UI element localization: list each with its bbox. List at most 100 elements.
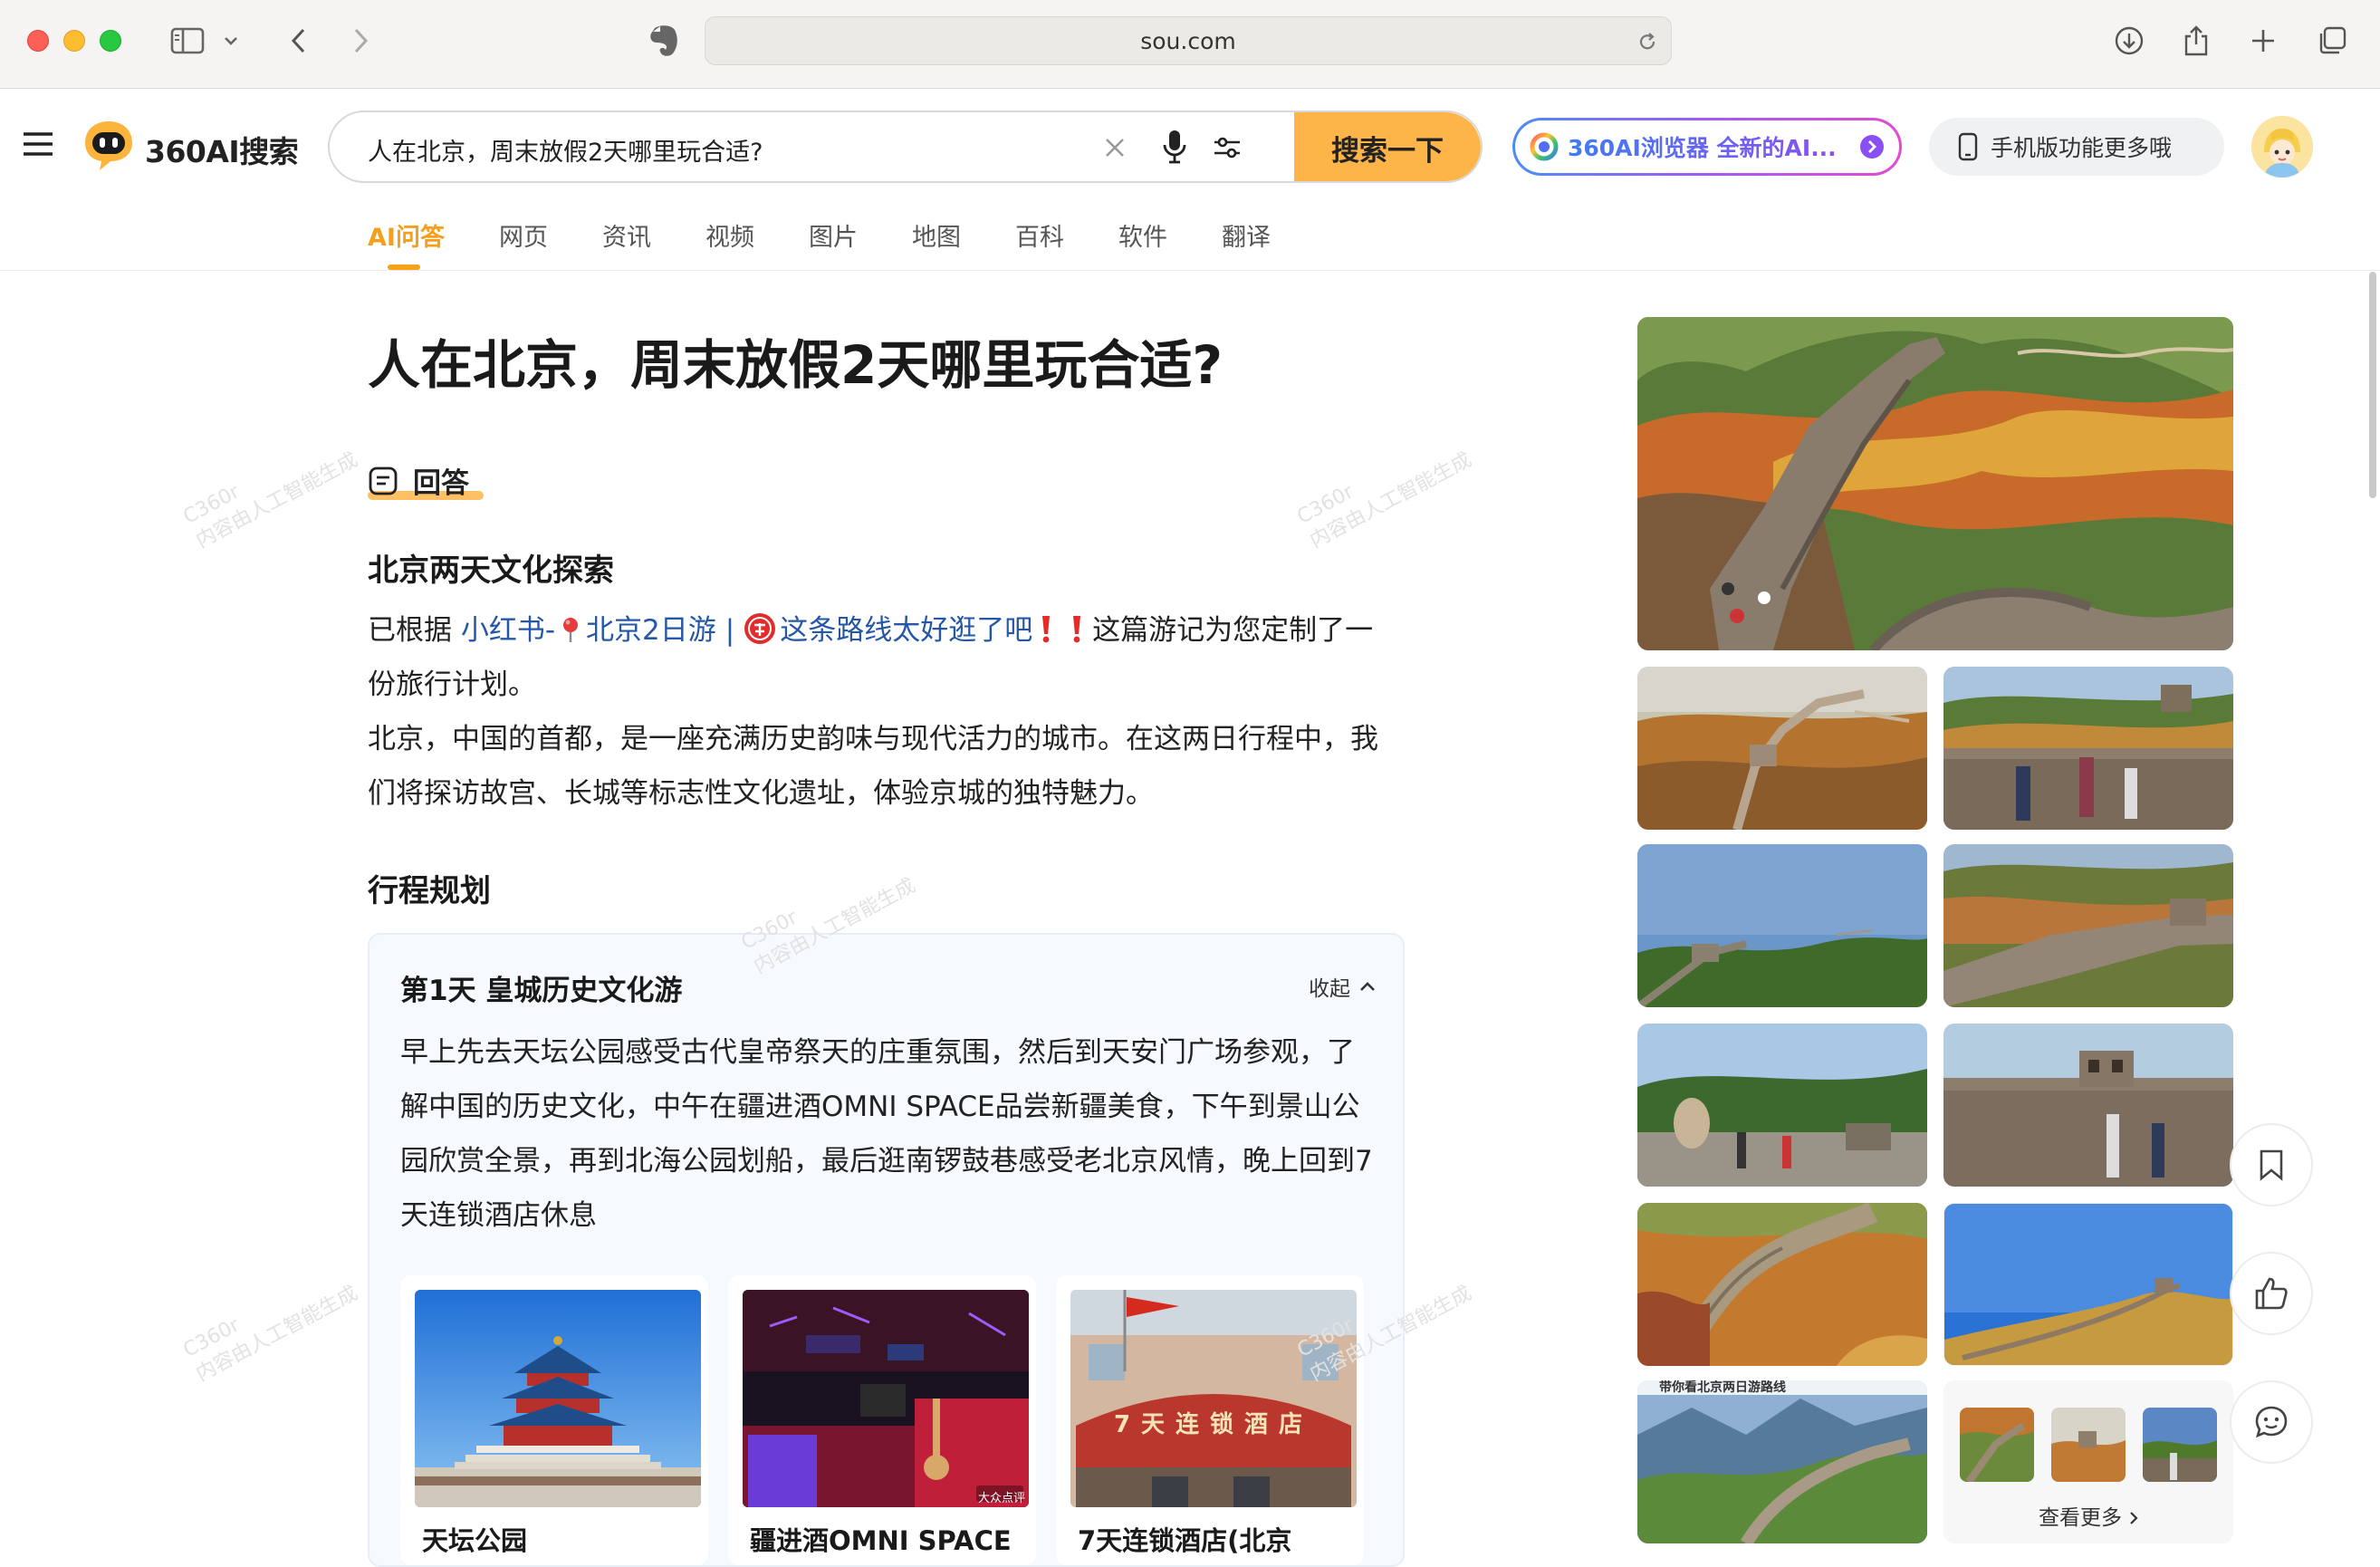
day1-card: 第1天 皇城历史文化游 收起 早上先去天坛公园感受古代皇帝祭天的庄重氛围，然后到… [368, 933, 1405, 1567]
gallery-image[interactable] [1637, 667, 1927, 830]
clear-icon [1106, 139, 1124, 157]
minimize-window-button[interactable] [63, 30, 85, 52]
place-card[interactable]: 7天连锁酒店 7天连锁酒店(北京 [1056, 1275, 1364, 1565]
chevron-right-icon [2130, 1512, 2138, 1524]
day1-title: 第1天 皇城历史文化游 [400, 975, 683, 1007]
new-tab-button[interactable] [2242, 20, 2284, 62]
search-input[interactable]: 人在北京，周末放假2天哪里玩合适? [368, 132, 763, 168]
phone-icon [1958, 132, 1978, 161]
page-title: 人在北京，周末放假2天哪里玩合适? [368, 334, 1224, 396]
source-link-beijing-trip[interactable]: 北京2日游 [586, 614, 716, 647]
tab-ai-qa[interactable]: AI问答 [368, 217, 445, 270]
restaurant-photo: 大众点评 [743, 1290, 1029, 1507]
tab-encyclopedia[interactable]: 百科 [1015, 217, 1064, 268]
voice-search-button[interactable] [1161, 129, 1188, 165]
see-more-link[interactable]: 查看更多 [1943, 1500, 2233, 1531]
place-card[interactable]: 大众点评 疆进酒OMNI SPACE [728, 1275, 1036, 1565]
address-bar[interactable]: sou.com [705, 16, 1672, 65]
ai-browser-promo-button[interactable]: 360AI浏览器 全新的AI... [1512, 118, 1902, 176]
tab-overview-button[interactable] [2311, 20, 2353, 62]
answer-icon [369, 466, 398, 495]
more-thumbnail [2143, 1408, 2217, 1482]
ai-watermark: C360r 内容由人工智能生成 [1293, 448, 1476, 553]
gallery-main-image[interactable] [1637, 317, 2233, 650]
gallery-image[interactable] [1637, 844, 1927, 1007]
sidebar-toggle-button[interactable] [167, 20, 208, 62]
collapse-button[interactable]: 收起 [1309, 971, 1376, 1002]
share-button[interactable] [2175, 20, 2217, 62]
intro-paragraph: 已根据 小红书- 北京2日游 | 这条路线太好逛了吧 这篇游记为您定制了一份旅行计划。 [368, 603, 1391, 712]
section-heading-culture: 北京两天文化探索 [368, 553, 614, 589]
menu-button[interactable] [22, 130, 54, 158]
search-tabs: AI问答 网页 资讯 视频 图片 地图 百科 软件 翻译 [368, 217, 1325, 270]
ai-browser-promo-text: 360AI浏览器 全新的AI... [1568, 130, 1837, 163]
search-filter-button[interactable] [1212, 134, 1243, 161]
ai-browser-icon [1530, 132, 1559, 161]
site-logo[interactable] [80, 120, 136, 172]
download-icon [2115, 26, 2144, 55]
thumb-up-icon [2255, 1277, 2288, 1310]
search-box[interactable]: 人在北京，周末放假2天哪里玩合适? 搜索一下 [328, 111, 1483, 183]
temple-of-heaven-photo [415, 1290, 701, 1507]
tab-web[interactable]: 网页 [499, 217, 548, 268]
gallery-image[interactable] [1943, 844, 2233, 1007]
sidebar-dropdown-button[interactable] [217, 20, 245, 62]
gallery-image[interactable] [1943, 1024, 2233, 1187]
hotel-sign-text: 7天连锁酒店 [1113, 1411, 1314, 1438]
pin-icon [563, 618, 579, 642]
mobile-version-button[interactable]: 手机版功能更多哦 [1929, 118, 2224, 176]
feedback-button[interactable] [2230, 1380, 2313, 1464]
forward-button[interactable] [341, 20, 382, 62]
source-link-xiaohongshu[interactable]: 小红书- [461, 614, 555, 647]
evernote-icon [650, 25, 677, 56]
menu-icon [24, 132, 53, 156]
gallery-image[interactable] [1637, 1024, 1927, 1187]
chat-icon [2255, 1406, 2288, 1438]
like-button[interactable] [2230, 1252, 2313, 1335]
intro-prefix: 已根据 [368, 614, 461, 647]
gallery-image[interactable] [1943, 1203, 2233, 1366]
evernote-extension-button[interactable] [643, 20, 685, 62]
exclamation-icon [1073, 616, 1081, 643]
close-window-button[interactable] [27, 30, 49, 52]
back-button[interactable] [277, 20, 319, 62]
intro-separator: | [725, 614, 735, 647]
intro-paragraph-2: 北京，中国的首都，是一座充满历史韵味与现代活力的城市。在这两日行程中，我们将探访… [368, 723, 1378, 810]
reload-icon[interactable] [1636, 31, 1658, 53]
logo-text[interactable]: 360AI搜索 [145, 128, 299, 171]
chevron-left-icon [291, 28, 305, 53]
plus-icon [2252, 30, 2274, 52]
downloads-button[interactable] [2108, 20, 2150, 62]
secret-icon [744, 613, 776, 644]
tab-software[interactable]: 软件 [1118, 217, 1167, 268]
zoom-window-button[interactable] [100, 30, 121, 52]
mic-icon [1163, 130, 1186, 164]
search-button[interactable]: 搜索一下 [1294, 112, 1481, 181]
bookmark-button[interactable] [2230, 1123, 2313, 1206]
gallery-image[interactable] [1637, 1203, 1927, 1366]
tab-video[interactable]: 视频 [705, 217, 754, 268]
browser-toolbar: sou.com [0, 0, 2380, 89]
tab-translate[interactable]: 翻译 [1222, 217, 1271, 268]
page-scrollbar[interactable] [2369, 272, 2376, 498]
answer-label: 回答 [413, 467, 469, 500]
gallery-image[interactable]: 带你看北京两日游路线 [1637, 1380, 1927, 1543]
bookmark-icon [2260, 1149, 2283, 1181]
gallery-image[interactable] [1943, 667, 2233, 830]
chevron-right-icon [354, 28, 369, 53]
tab-maps[interactable]: 地图 [912, 217, 961, 268]
arrow-circle-icon [1860, 135, 1884, 159]
tab-images[interactable]: 图片 [809, 217, 858, 268]
tabs-icon [2319, 26, 2346, 54]
place-name: 天坛公园 [422, 1525, 528, 1556]
see-more-images[interactable]: 查看更多 [1943, 1380, 2233, 1543]
ai-watermark: C360r 内容由人工智能生成 [179, 448, 362, 553]
place-card[interactable]: 天坛公园 [400, 1275, 708, 1565]
hotel-photo: 7天连锁酒店 [1070, 1290, 1357, 1507]
clear-search-button[interactable] [1101, 134, 1128, 161]
section-heading-itinerary: 行程规划 [368, 873, 491, 909]
source-link-route[interactable]: 这条路线太好逛了吧 [780, 614, 1032, 647]
place-name: 疆进酒OMNI SPACE [750, 1525, 1012, 1556]
tab-news[interactable]: 资讯 [602, 217, 651, 268]
user-avatar[interactable] [2251, 116, 2313, 178]
